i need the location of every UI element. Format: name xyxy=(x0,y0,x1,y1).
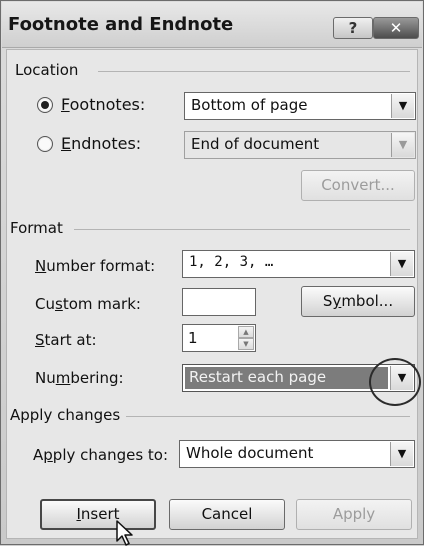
insert-button[interactable]: Insert xyxy=(40,499,156,530)
chevron-down-icon[interactable]: ▼ xyxy=(391,94,414,118)
convert-button[interactable]: Convert... xyxy=(301,170,415,201)
number-format-label: Number format: xyxy=(35,257,156,275)
location-section-label: Location xyxy=(15,61,79,79)
apply-changes-divider xyxy=(126,416,410,417)
title-bar[interactable]: Footnote and Endnote ? ✕ xyxy=(2,2,422,48)
footnote-endnote-dialog: Footnote and Endnote ? ✕ Location Footno… xyxy=(0,0,424,546)
apply-label: Apply xyxy=(332,505,376,523)
endnotes-location-dropdown[interactable]: End of document ▼ xyxy=(184,131,416,159)
apply-changes-section-label: Apply changes xyxy=(10,406,121,424)
endnotes-label: Endnotes: xyxy=(61,134,142,153)
close-button[interactable]: ✕ xyxy=(373,17,419,39)
spin-up-icon[interactable]: ▲ xyxy=(238,326,254,338)
custom-mark-label: Custom mark: xyxy=(35,295,141,313)
apply-changes-to-dropdown[interactable]: Whole document ▼ xyxy=(179,440,415,468)
radio-button-icon[interactable] xyxy=(37,97,53,113)
help-icon: ? xyxy=(348,19,358,37)
convert-label: Convert... xyxy=(321,176,395,194)
chevron-down-icon[interactable]: ▼ xyxy=(391,133,414,157)
symbol-button-label: Symbol... xyxy=(322,292,394,310)
radio-button-icon[interactable] xyxy=(37,136,53,152)
apply-button[interactable]: Apply xyxy=(296,499,412,530)
footnotes-location-dropdown[interactable]: Bottom of page ▼ xyxy=(184,92,416,120)
start-at-spinner[interactable]: 1 ▲ ▼ xyxy=(182,324,256,352)
start-at-value: 1 xyxy=(188,329,198,347)
format-divider xyxy=(74,229,410,230)
footnotes-location-value: Bottom of page xyxy=(191,96,308,114)
custom-mark-input[interactable] xyxy=(182,288,256,316)
numbering-value: Restart each page xyxy=(189,368,327,386)
symbol-button[interactable]: Symbol... xyxy=(301,286,415,317)
number-format-dropdown[interactable]: 1, 2, 3, … ▼ xyxy=(182,250,415,278)
close-icon: ✕ xyxy=(389,19,403,37)
endnotes-location-value: End of document xyxy=(191,135,320,153)
apply-changes-to-value: Whole document xyxy=(186,444,314,462)
dialog-title: Footnote and Endnote xyxy=(8,14,234,35)
highlight-circle-annotation xyxy=(369,358,421,406)
chevron-down-icon[interactable]: ▼ xyxy=(390,442,413,466)
location-divider xyxy=(98,71,410,72)
chevron-down-icon[interactable]: ▼ xyxy=(390,252,413,276)
footnotes-label: Footnotes: xyxy=(61,95,146,114)
format-section-label: Format xyxy=(10,219,63,237)
numbering-label: Numbering: xyxy=(35,369,124,387)
insert-label: Insert xyxy=(76,505,120,523)
help-button[interactable]: ? xyxy=(333,17,373,39)
cancel-label: Cancel xyxy=(201,505,253,523)
spin-down-icon[interactable]: ▼ xyxy=(238,338,254,350)
start-at-label: Start at: xyxy=(35,331,97,349)
mouse-pointer-icon xyxy=(116,520,133,546)
number-format-value: 1, 2, 3, … xyxy=(189,254,274,270)
cancel-button[interactable]: Cancel xyxy=(169,499,285,530)
apply-changes-to-label: Apply changes to: xyxy=(33,446,169,464)
